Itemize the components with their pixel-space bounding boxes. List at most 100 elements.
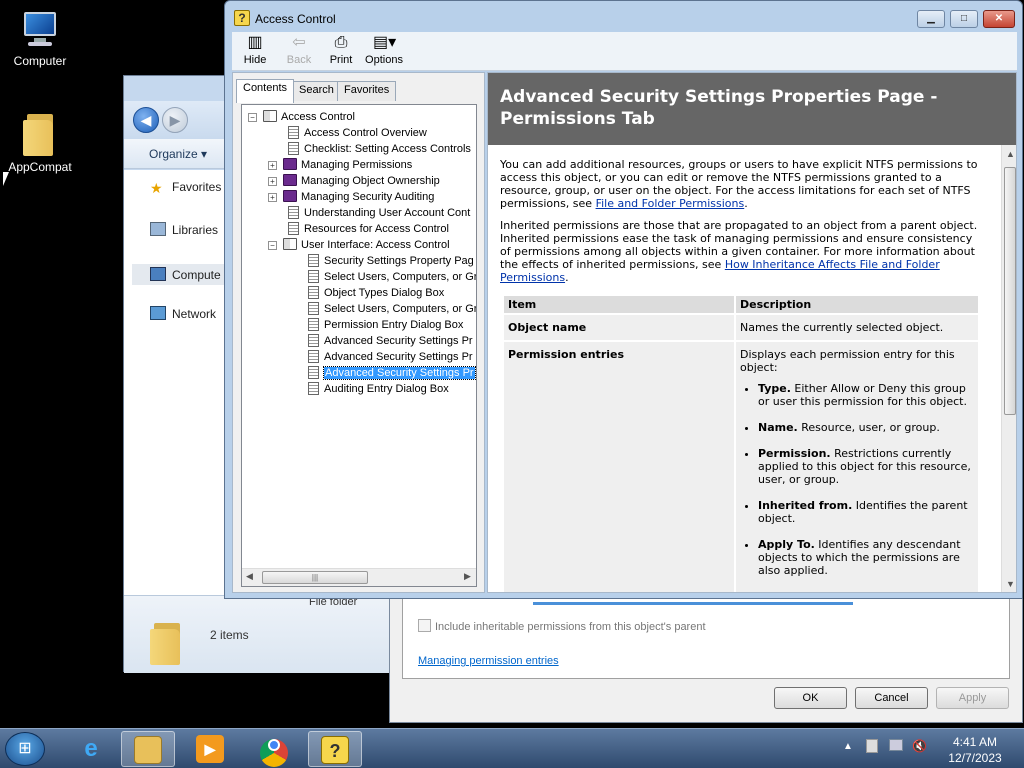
tree-item-label: Object Types Dialog Box xyxy=(324,287,445,299)
list-item: Type. Either Allow or Deny this group or… xyxy=(758,382,974,408)
tree-item[interactable]: Select Users, Computers, or Gr xyxy=(308,301,476,317)
organize-button[interactable]: Organize ▾ xyxy=(149,147,207,161)
network-icon[interactable] xyxy=(889,739,905,755)
tree-item[interactable]: − User Interface: Access Control xyxy=(268,237,450,253)
close-button[interactable]: ✕ xyxy=(983,10,1015,28)
scroll-down-icon[interactable]: ▼ xyxy=(1006,579,1015,589)
scrollbar-thumb[interactable]: ||| xyxy=(262,571,368,584)
forward-arrow-icon: ▶ xyxy=(169,112,181,128)
apply-button[interactable]: Apply xyxy=(936,687,1009,709)
file-explorer-icon xyxy=(134,736,162,764)
closed-book-icon xyxy=(283,158,297,170)
table-row: Permission entries Displays each permiss… xyxy=(504,342,978,592)
column-header-item: Item xyxy=(504,296,734,313)
vertical-scrollbar[interactable]: ▲ ▼ xyxy=(1001,145,1016,592)
tree-item-label: Resources for Access Control xyxy=(304,223,449,235)
action-center-icon[interactable] xyxy=(866,739,882,755)
managing-permission-entries-link[interactable]: Managing permission entries xyxy=(418,655,559,667)
table-header-row: Item Description xyxy=(504,296,978,313)
scroll-right-icon[interactable]: ▶ xyxy=(464,571,471,582)
cancel-button[interactable]: Cancel xyxy=(855,687,928,709)
desktop-icon-computer[interactable]: Computer xyxy=(0,10,80,68)
taskbar-internet-explorer[interactable]: e xyxy=(64,731,118,767)
help-page-icon xyxy=(308,286,319,299)
tree-item[interactable]: Resources for Access Control xyxy=(288,221,449,237)
inherit-checkbox[interactable] xyxy=(418,619,431,632)
help-page-icon xyxy=(288,126,299,139)
tree-item[interactable]: Understanding User Account Cont xyxy=(288,205,470,221)
tree-item[interactable]: Object Types Dialog Box xyxy=(308,285,444,301)
paragraph-2: Inherited permissions are those that are… xyxy=(500,219,980,284)
taskbar-file-explorer[interactable] xyxy=(121,731,175,767)
tree-item[interactable]: + Managing Security Auditing xyxy=(268,189,434,205)
options-button-label: Options xyxy=(365,54,403,66)
hide-button-label: Hide xyxy=(243,54,267,66)
scroll-up-icon[interactable]: ▲ xyxy=(1006,149,1015,159)
back-button[interactable]: ◀ xyxy=(133,107,159,133)
options-button[interactable]: ▤▾ Options xyxy=(364,34,404,66)
items-count: 2 items xyxy=(210,628,249,642)
title-bar[interactable]: ? Access Control ▁ □ ✕ xyxy=(225,1,1022,31)
inherit-checkbox-row[interactable]: Include inheritable permissions from thi… xyxy=(418,619,706,633)
ie-icon: e xyxy=(84,735,98,762)
tree-item-label: Checklist: Setting Access Controls xyxy=(304,143,471,155)
tree-item[interactable]: − Access Control xyxy=(248,109,355,125)
list-item: Inherited from. Identifies the parent ob… xyxy=(758,499,974,525)
collapse-icon[interactable]: − xyxy=(268,241,277,250)
tree-item[interactable]: Advanced Security Settings Pr xyxy=(308,349,473,365)
taskbar-chrome[interactable] xyxy=(247,731,301,767)
table-cell-item: Permission entries xyxy=(504,342,734,592)
show-hidden-icons-button[interactable]: ▲ xyxy=(843,741,853,752)
back-button[interactable]: ⇦ Back xyxy=(284,34,314,66)
tree-item[interactable]: + Managing Object Ownership xyxy=(268,173,440,189)
tab-contents[interactable]: Contents xyxy=(236,79,295,103)
help-window: ? Access Control ▁ □ ✕ ▥ Hide ⇦ Back ⎙ P… xyxy=(224,0,1023,599)
back-arrow-icon: ◀ xyxy=(140,112,152,128)
minimize-button[interactable]: ▁ xyxy=(917,10,945,28)
expand-icon[interactable]: + xyxy=(268,193,277,202)
scroll-left-icon[interactable]: ◀ xyxy=(246,571,253,582)
tree-item[interactable]: Checklist: Setting Access Controls xyxy=(288,141,471,157)
tree-item[interactable]: Access Control Overview xyxy=(288,125,427,141)
nav-item-label: Compute xyxy=(172,268,221,282)
start-button[interactable]: ⊞ xyxy=(5,732,45,766)
forward-button[interactable]: ▶ xyxy=(162,107,188,133)
back-arrow-icon: ⇦ xyxy=(292,34,306,51)
taskbar-help[interactable]: ? xyxy=(308,731,362,767)
ok-button[interactable]: OK xyxy=(774,687,847,709)
nav-item-favorites[interactable]: ★ Favorites xyxy=(150,180,221,195)
print-button[interactable]: ⎙ Print xyxy=(326,34,356,66)
expand-icon[interactable]: + xyxy=(268,177,277,186)
chrome-icon xyxy=(260,739,288,767)
tree-item-label: Permission Entry Dialog Box xyxy=(324,319,464,331)
tree-item-label: Access Control Overview xyxy=(304,127,427,139)
tree-item[interactable]: Select Users, Computers, or Gr xyxy=(308,269,476,285)
scrollbar-thumb[interactable] xyxy=(1004,167,1016,415)
tree-item[interactable]: Auditing Entry Dialog Box xyxy=(308,381,449,397)
file-folder-permissions-link[interactable]: File and Folder Permissions xyxy=(596,197,745,210)
taskbar-media-player[interactable]: ▶ xyxy=(183,731,237,767)
tree-item[interactable]: Permission Entry Dialog Box xyxy=(308,317,463,333)
table-cell-description: Displays each permission entry for this … xyxy=(736,342,978,592)
tab-search[interactable]: Search xyxy=(292,81,341,101)
tree-item[interactable]: Advanced Security Settings Pr xyxy=(308,333,473,349)
expand-icon[interactable]: + xyxy=(268,161,277,170)
windows-logo-icon: ⊞ xyxy=(18,740,32,757)
nav-item-libraries[interactable]: Libraries xyxy=(150,222,218,237)
tree-item[interactable]: Security Settings Property Pag xyxy=(308,253,474,269)
tree-item[interactable]: + Managing Permissions xyxy=(268,157,412,173)
tab-favorites[interactable]: Favorites xyxy=(337,81,397,101)
tree-item-selected[interactable]: Advanced Security Settings Pr xyxy=(308,365,476,381)
bullet-term: Inherited from. xyxy=(758,499,853,512)
horizontal-scrollbar[interactable]: ◀ ||| ▶ xyxy=(242,568,476,586)
folder-icon xyxy=(150,621,184,665)
bullet-term: Name. xyxy=(758,421,798,434)
hide-button[interactable]: ▥ Hide xyxy=(240,34,270,66)
collapse-icon[interactable]: − xyxy=(248,113,257,122)
system-clock[interactable]: 4:41 AM 12/7/2023 xyxy=(935,734,1015,766)
maximize-button[interactable]: □ xyxy=(950,10,978,28)
open-book-icon xyxy=(283,238,297,250)
desktop-icon-appcompat[interactable]: AppCompat xyxy=(0,112,80,174)
nav-item-network[interactable]: Network xyxy=(150,306,216,321)
volume-muted-icon[interactable]: 🔇 xyxy=(912,739,928,755)
